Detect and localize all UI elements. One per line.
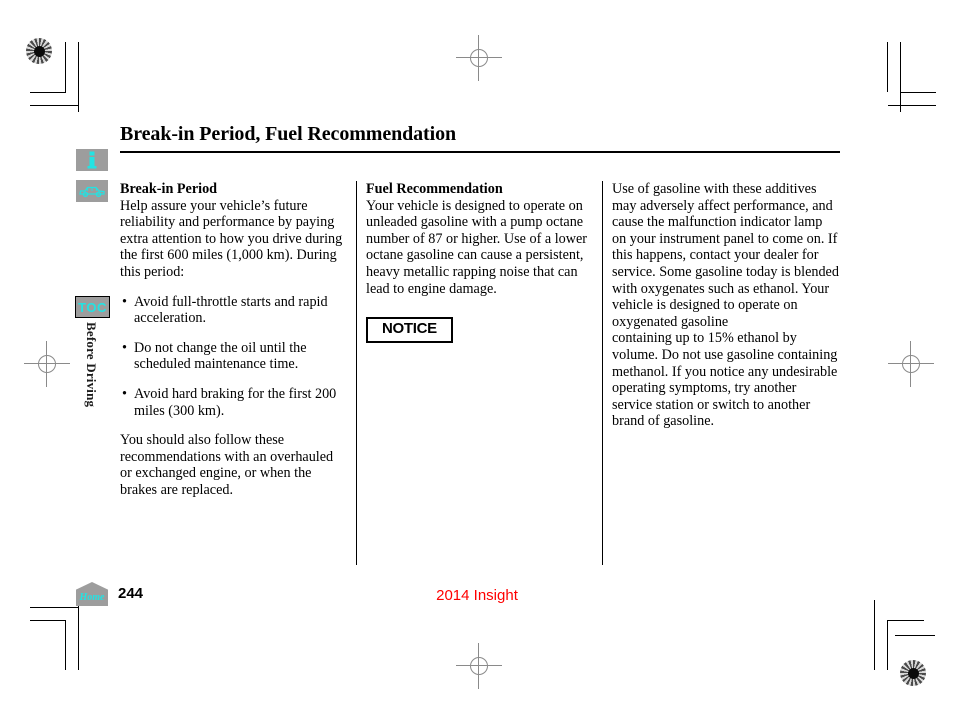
- page-title: Break-in Period, Fuel Recommendation: [120, 123, 456, 145]
- fuel-recommendation-body: Your vehicle is designed to operate on u…: [366, 197, 588, 297]
- notice-badge: NOTICE: [366, 317, 453, 343]
- fuel-additives-body-part-2: containing up to 15% ethanol by volume. …: [612, 330, 838, 430]
- column-left: Break-in Period Help assure your vehicle…: [120, 181, 348, 499]
- crop-mark-bottom-right-inner: [887, 620, 888, 670]
- column-right: Use of gasoline with these additives may…: [612, 181, 840, 430]
- break-in-period-closing: You should also follow these recommendat…: [120, 432, 334, 498]
- registration-target-top-left: [26, 38, 52, 64]
- fuel-recommendation-heading: Fuel Recommendation: [366, 181, 503, 197]
- crop-mark-top-right-h1: [900, 92, 936, 93]
- title-rule-divider: [120, 151, 840, 153]
- registration-crosshair-left: [24, 341, 70, 387]
- column-divider-right: [602, 181, 603, 565]
- break-in-period-intro: Help assure your vehicle’s future reliab…: [120, 197, 343, 280]
- break-in-period-heading: Break-in Period: [120, 181, 218, 197]
- column-middle: Fuel Recommendation Your vehicle is desi…: [366, 181, 594, 343]
- crop-mark-bottom-right-h1: [888, 620, 924, 621]
- registration-target-bottom-right: [900, 660, 926, 686]
- crop-mark-top-right-inner: [887, 42, 888, 92]
- registration-crosshair-right: [888, 341, 934, 387]
- registration-crosshair-top: [456, 35, 502, 81]
- break-in-period-bullet-list: Avoid full-throttle starts and rapid acc…: [120, 294, 348, 420]
- crop-mark-bottom-left-inner: [65, 620, 66, 670]
- crop-mark-top-left-inner: [65, 42, 66, 92]
- vehicle-icon[interactable]: [76, 180, 108, 202]
- crop-mark-bottom-left-h1: [30, 620, 66, 621]
- crop-mark-top-right-outer: [900, 42, 901, 112]
- column-divider-left: [356, 181, 357, 565]
- registration-crosshair-bottom: [456, 643, 502, 689]
- crop-mark-top-left-h2: [30, 105, 78, 106]
- crop-mark-bottom-left-outer: [78, 600, 79, 670]
- model-label: 2014 Insight: [436, 587, 518, 604]
- list-item: Avoid full-throttle starts and rapid acc…: [120, 294, 348, 327]
- crop-mark-top-right-h2: [888, 105, 936, 106]
- crop-mark-top-left-h1: [30, 92, 66, 93]
- toc-tab-button[interactable]: TOC: [75, 296, 110, 318]
- fuel-additives-body-part-1: Use of gasoline with these additives may…: [612, 181, 839, 330]
- information-icon[interactable]: [76, 149, 108, 171]
- chapter-tab-label[interactable]: Before Driving: [83, 322, 99, 407]
- crop-mark-bottom-left-h2: [30, 607, 78, 608]
- crop-mark-bottom-right-outer: [874, 600, 875, 670]
- crop-mark-bottom-right-h2: [895, 635, 935, 636]
- crop-mark-top-left-outer: [78, 42, 79, 112]
- list-item: Do not change the oil until the schedule…: [120, 340, 348, 373]
- list-item: Avoid hard braking for the first 200 mil…: [120, 386, 348, 419]
